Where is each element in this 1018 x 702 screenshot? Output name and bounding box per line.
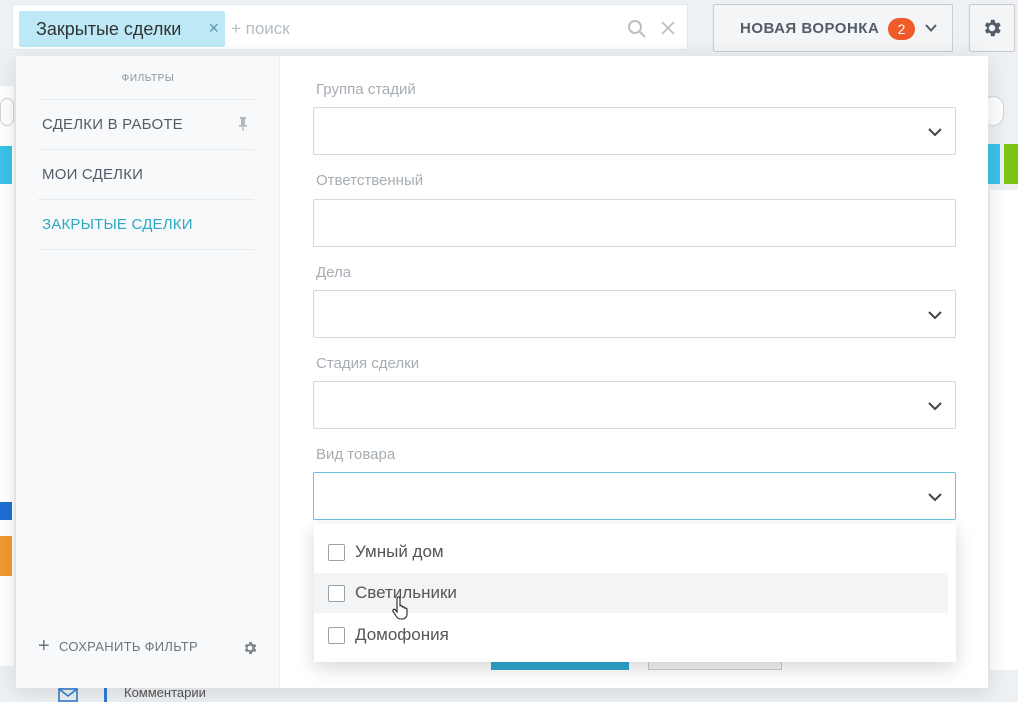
sidebar-item-label: ЗАКРЫТЫЕ СДЕЛКИ <box>42 216 193 233</box>
stage-group-label: Группа стадий <box>316 81 416 98</box>
chevron-down-icon <box>925 24 937 32</box>
product-type-label: Вид товара <box>316 446 396 463</box>
responsible-input[interactable] <box>313 199 956 247</box>
bg-stage-right-green <box>1004 144 1018 184</box>
option-label: Умный дом <box>355 542 444 561</box>
save-filter-button[interactable]: + СОХРАНИТЬ ФИЛЬТР <box>38 635 198 657</box>
save-filter-label: СОХРАНИТЬ ФИЛЬТР <box>58 638 198 654</box>
plus-icon: + <box>38 635 50 657</box>
filter-sidebar: ФИЛЬТРЫ СДЕЛКИ В РАБОТЕ МОИ СДЕЛКИ ЗАКРЫ… <box>16 56 280 688</box>
mail-icon <box>58 688 78 702</box>
bg-stage-orange <box>0 536 12 576</box>
filter-tag[interactable]: Закрытые сделки × <box>19 11 225 47</box>
search-icon[interactable] <box>627 19 647 39</box>
checkbox[interactable] <box>328 543 345 561</box>
chevron-down-icon <box>928 493 942 502</box>
option-lighting[interactable]: Светильники <box>314 573 948 613</box>
option-label: Домофония <box>355 625 449 644</box>
option-intercom[interactable]: Домофония <box>314 615 956 655</box>
stage-group-select[interactable] <box>313 107 956 155</box>
settings-button[interactable] <box>969 4 1015 52</box>
chevron-down-icon <box>928 311 942 320</box>
sidebar-item-label: МОИ СДЕЛКИ <box>42 166 144 183</box>
tag-close-icon[interactable]: × <box>208 19 219 37</box>
sidebar-item-label: СДЕЛКИ В РАБОТЕ <box>42 116 183 133</box>
gear-icon <box>984 19 1001 37</box>
product-type-dropdown: Умный дом Светильники Домофония <box>314 524 956 662</box>
activities-select[interactable] <box>313 290 956 338</box>
search-bar[interactable]: Закрытые сделки × + поиск <box>12 4 688 50</box>
hand-cursor-icon <box>392 596 408 620</box>
sidebar-item-deals-in-progress[interactable]: СДЕЛКИ В РАБОТЕ <box>38 100 254 150</box>
bg-stage-blue <box>0 502 12 520</box>
bg-circle-left <box>0 98 14 126</box>
funnel-count-badge: 2 <box>888 18 915 40</box>
deal-stage-select[interactable] <box>313 381 956 429</box>
gear-icon[interactable] <box>242 640 258 656</box>
responsible-label: Ответственный <box>316 172 424 189</box>
bg-stage-right-cyan <box>988 144 1000 184</box>
filter-tag-label: Закрытые сделки <box>36 18 182 39</box>
chevron-down-icon <box>928 128 942 137</box>
pin-icon[interactable] <box>238 117 248 131</box>
bg-stage-cyan <box>0 146 12 184</box>
new-funnel-label: НОВАЯ ВОРОНКА <box>740 19 880 37</box>
filter-popup: ФИЛЬТРЫ СДЕЛКИ В РАБОТЕ МОИ СДЕЛКИ ЗАКРЫ… <box>16 56 988 688</box>
deal-stage-label: Стадия сделки <box>316 355 420 372</box>
product-type-select[interactable] <box>313 472 956 520</box>
sidebar-item-closed-deals[interactable]: ЗАКРЫТЫЕ СДЕЛКИ <box>38 200 254 250</box>
search-input[interactable]: + поиск <box>231 19 290 39</box>
bg-column-right <box>990 190 1018 670</box>
checkbox[interactable] <box>328 584 345 602</box>
chevron-down-icon <box>928 402 942 411</box>
activities-label: Дела <box>316 264 352 281</box>
new-funnel-button[interactable]: НОВАЯ ВОРОНКА 2 <box>713 4 953 52</box>
checkbox[interactable] <box>328 626 345 644</box>
option-smart-home[interactable]: Умный дом <box>314 532 956 572</box>
bg-divider <box>104 688 107 702</box>
clear-icon[interactable] <box>659 19 677 37</box>
sidebar-item-my-deals[interactable]: МОИ СДЕЛКИ <box>38 150 254 200</box>
filters-title: ФИЛЬТРЫ <box>121 73 175 84</box>
